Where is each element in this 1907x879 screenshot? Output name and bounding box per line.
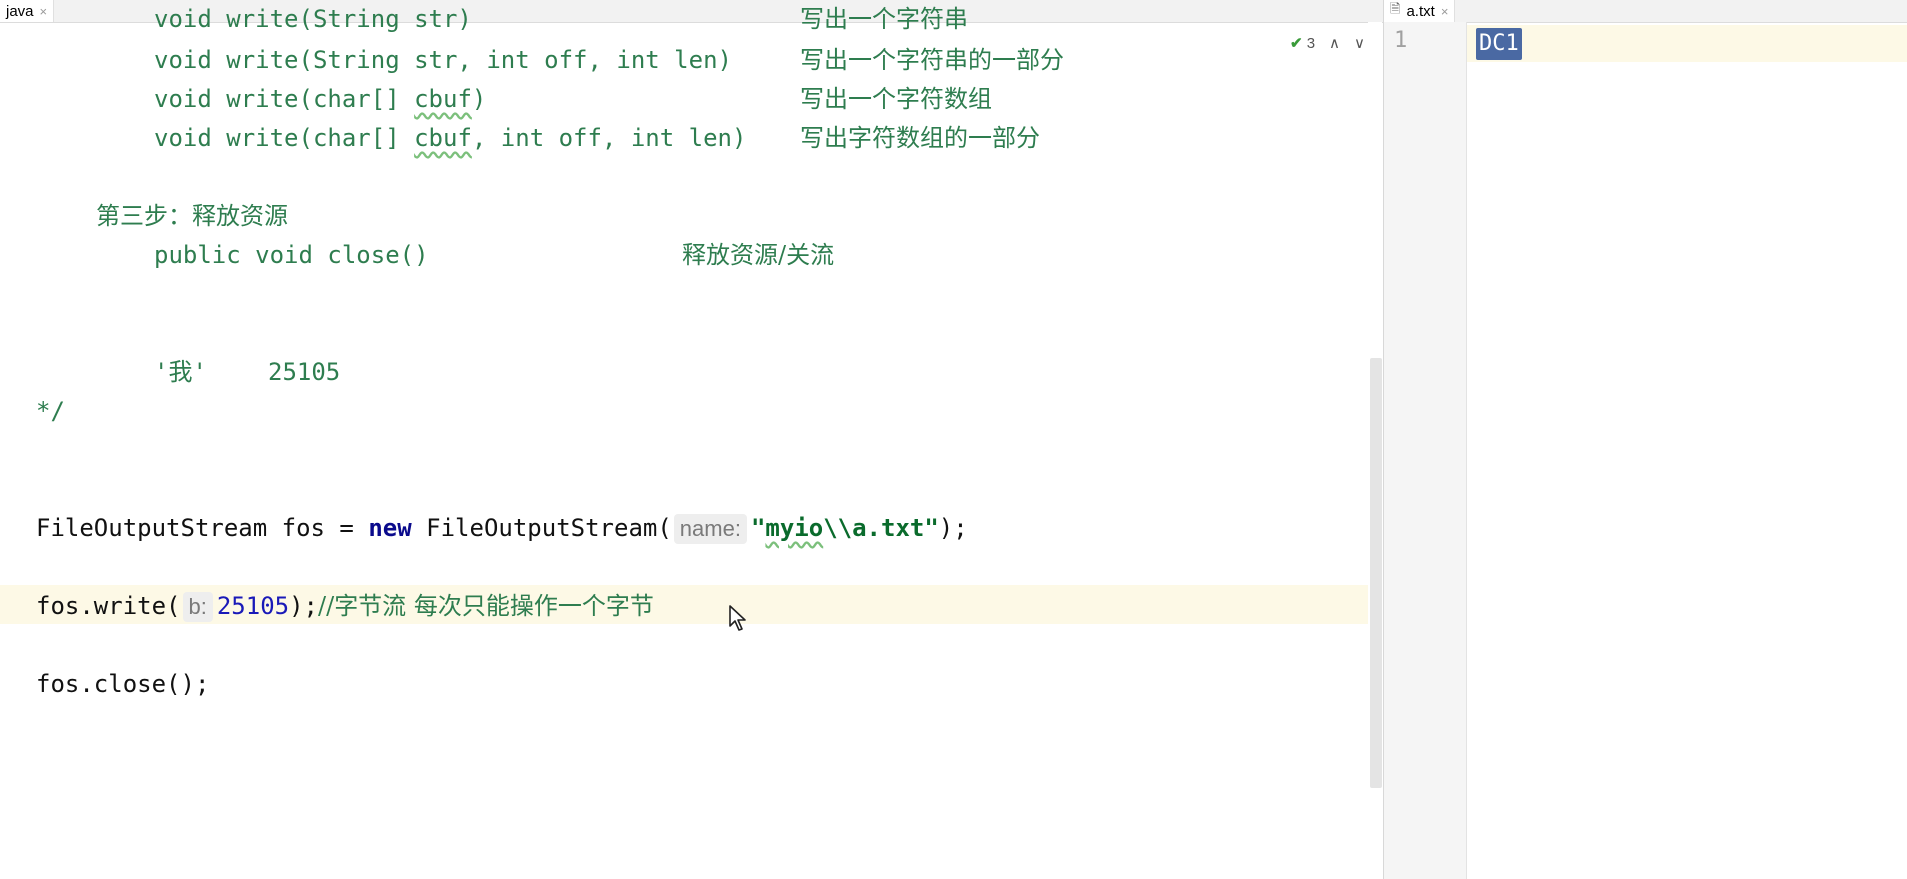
code-line[interactable]: FileOutputStream fos = new FileOutputStr… [36,509,968,548]
tab-label: a.txt [1406,2,1435,20]
scrollbar-thumb[interactable] [1370,358,1382,788]
tab-java-file[interactable]: java × [0,0,55,22]
code-line[interactable]: void write(char[] cbuf) [154,80,486,119]
code-line[interactable]: '我' [154,353,207,392]
java-editor-pane[interactable]: java × ✔ 3 ∧ ∨ void write(String str) 写出… [0,0,1383,879]
text-file-icon: 🗎 [1390,1,1401,16]
code-line[interactable]: fos.close(); [36,665,209,704]
control-character-dc1[interactable]: DC1 [1476,28,1522,60]
mouse-pointer-icon [728,604,748,636]
tab-a-txt[interactable]: 🗎 a.txt × [1384,0,1456,22]
code-area[interactable]: void write(String str) 写出一个字符串 void writ… [0,5,1380,879]
current-line-highlight [1467,25,1907,62]
code-line[interactable]: 25105 [268,353,340,392]
code-line[interactable]: void write(String str, int off, int len) [154,41,732,80]
close-icon[interactable]: × [1441,4,1449,19]
code-line[interactable]: */ [36,392,65,431]
code-comment: 写出字符数组的一部分 [800,124,1040,152]
parameter-hint: name: [673,514,747,544]
tab-label: java [6,2,34,20]
code-comment: 写出一个字符数组 [800,85,992,113]
code-comment: 写出一个字符串 [800,5,968,33]
code-line[interactable]: void write(String str) [154,0,472,39]
editor-tab-bar: 🗎 a.txt × [1384,0,1907,23]
parameter-hint: b: [182,592,213,622]
close-icon[interactable]: × [40,4,48,19]
code-line[interactable]: fos.write(b: 25105);//字节流 每次只能操作一个字节 [36,587,654,626]
code-line[interactable]: void write(char[] cbuf, int off, int len… [154,119,746,158]
code-line[interactable]: public void close() [154,236,429,275]
code-comment: 写出一个字符串的一部分 [800,46,1064,74]
line-number: 1 [1394,28,1408,53]
code-comment: 释放资源/关流 [682,241,835,269]
line-number-gutter [1384,22,1467,879]
code-line[interactable]: 第三步：释放资源 [96,197,288,236]
text-file-editor-pane[interactable]: 🗎 a.txt × 1 DC1 [1383,0,1907,879]
